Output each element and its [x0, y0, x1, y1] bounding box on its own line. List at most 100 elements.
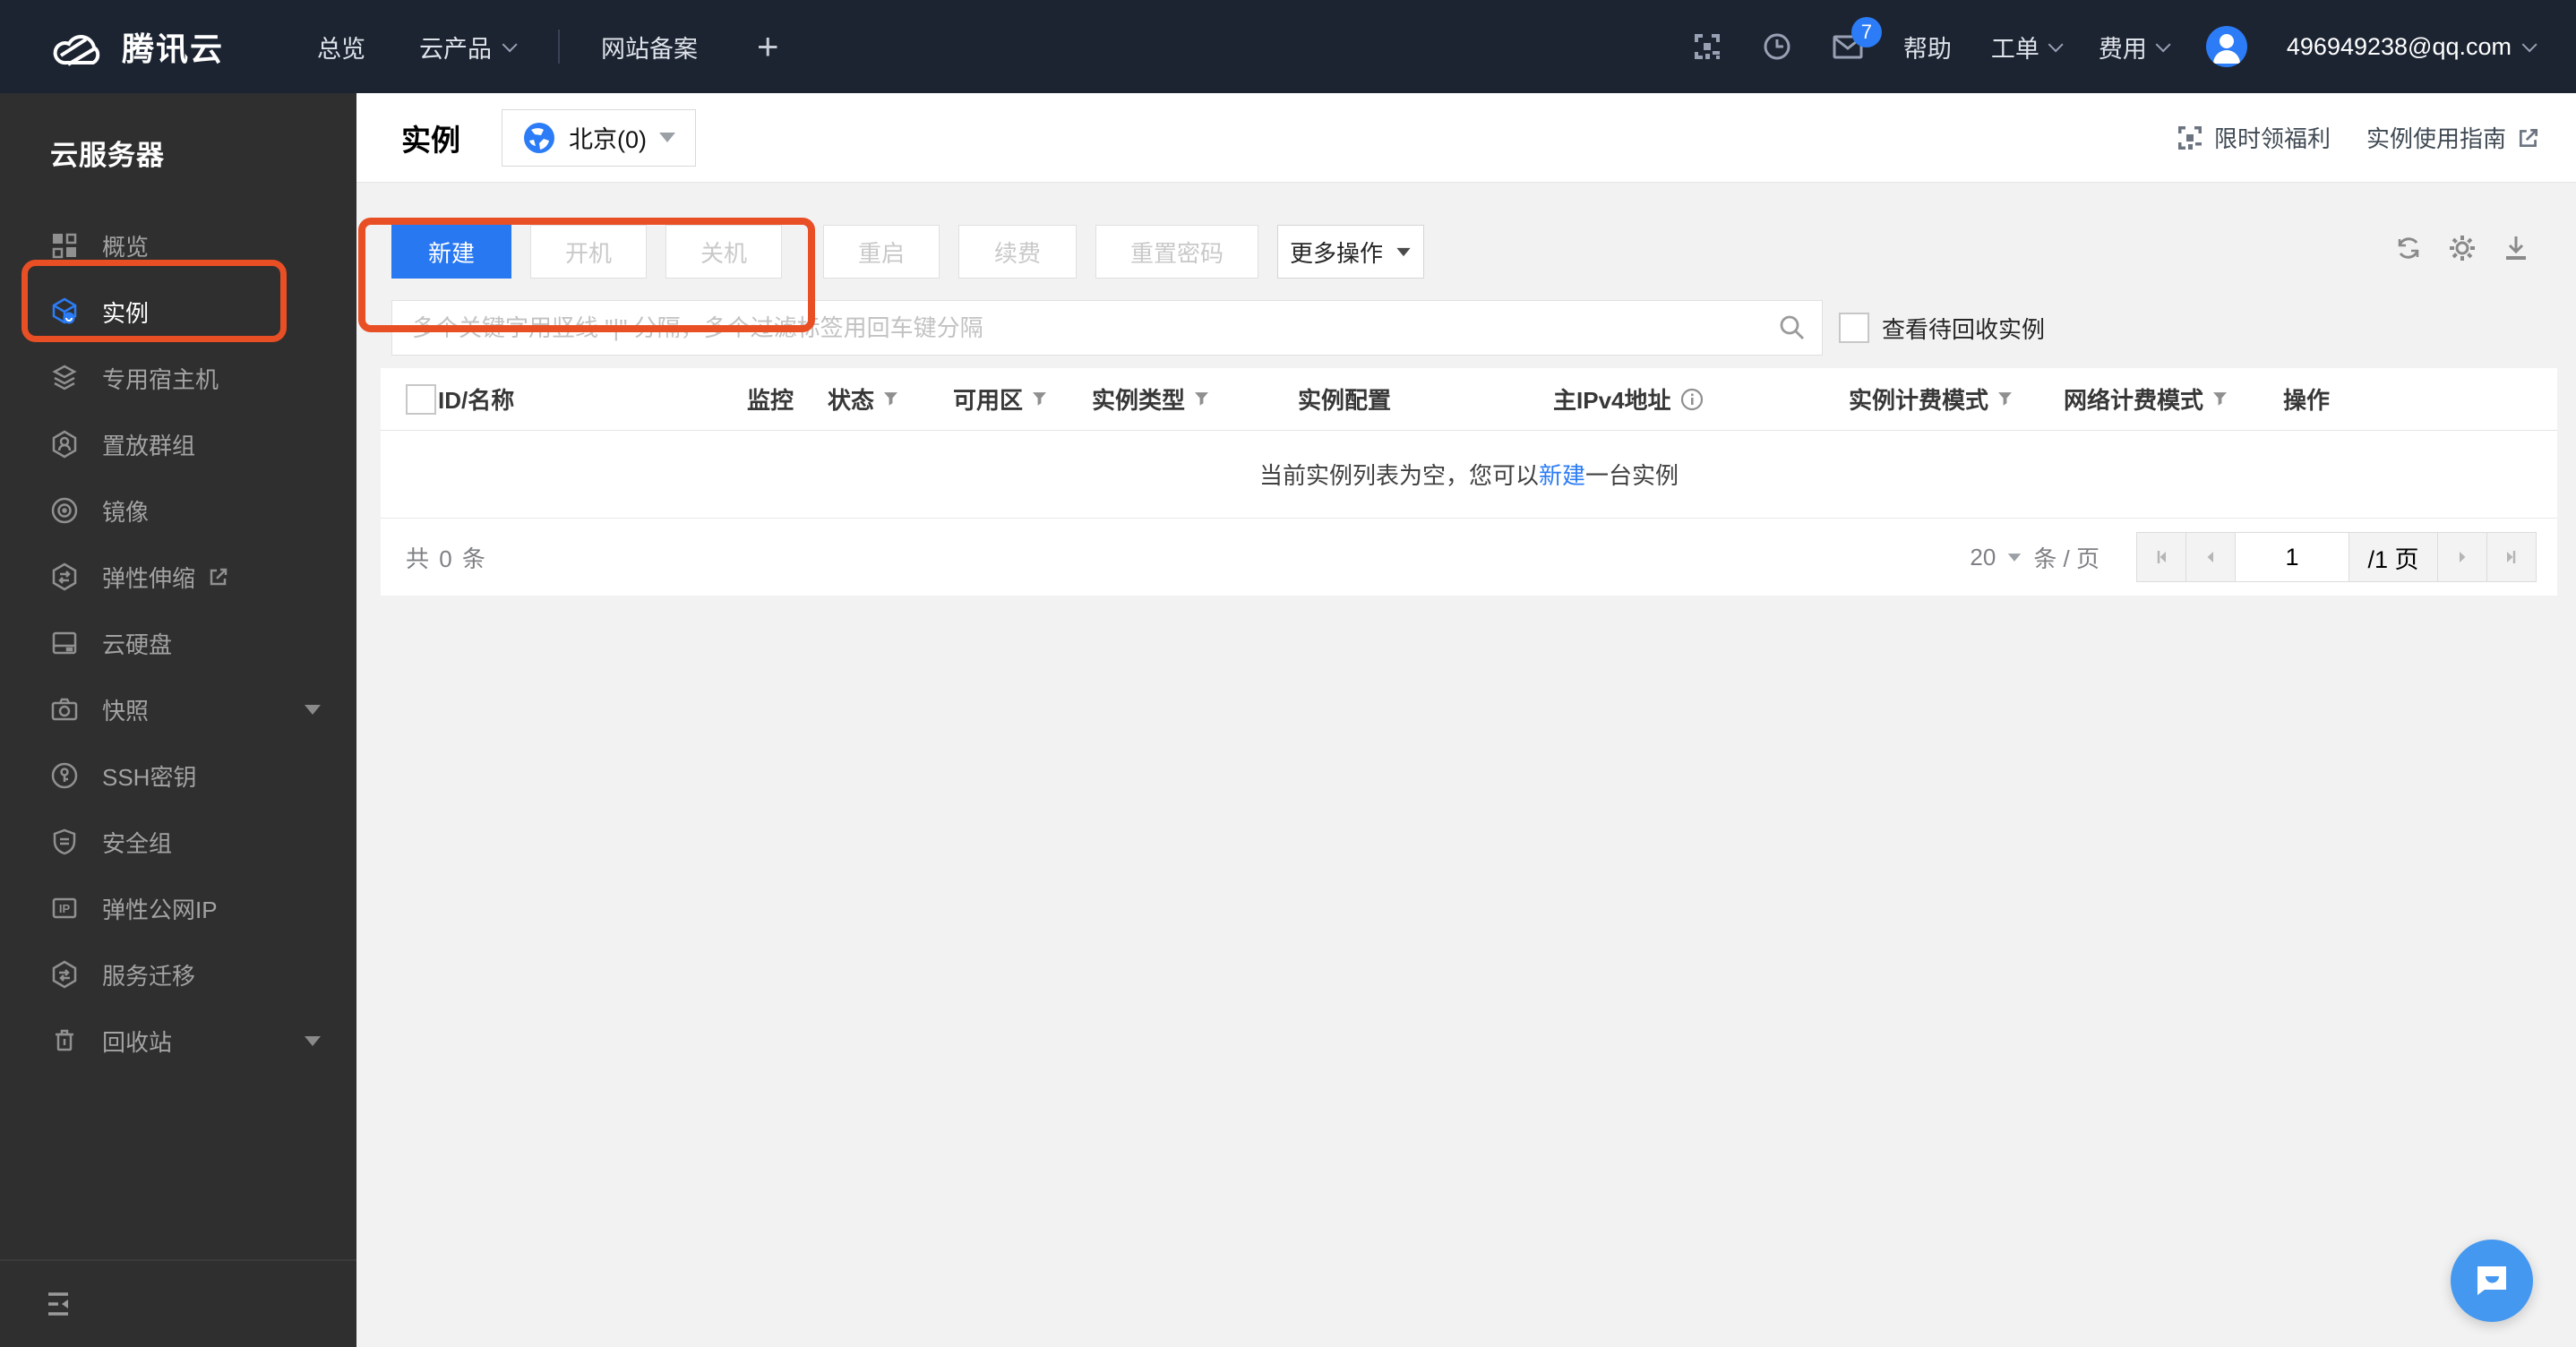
page-number-field[interactable] — [2236, 533, 2348, 581]
page-header: 实例 北京(0) 限时领福利 实例使用指南 — [356, 93, 2576, 183]
current-page-input[interactable] — [2235, 532, 2349, 582]
sidebar-item-service-migration[interactable]: 服务迁移 — [0, 941, 356, 1008]
sidebar-item-ssh-keys[interactable]: SSH密钥 — [0, 742, 356, 809]
view-recycled-checkbox[interactable] — [1839, 313, 1869, 343]
topbar: 腾讯云 总览 云产品 网站备案 + 7 帮助 工单 费用 496949238@q… — [0, 0, 2576, 93]
external-link-icon — [208, 566, 229, 588]
search-input[interactable] — [391, 300, 1823, 356]
overview-grid-icon — [50, 231, 79, 260]
power-on-button[interactable]: 开机 — [530, 225, 647, 279]
account-menu[interactable]: 496949238@qq.com — [2287, 33, 2537, 61]
renew-button[interactable]: 续费 — [958, 225, 1077, 279]
shutdown-button[interactable]: 关机 — [665, 225, 782, 279]
expand-chevron-icon[interactable] — [305, 704, 321, 715]
chevron-down-icon — [2155, 37, 2171, 53]
col-primary-ipv4: 主IPv4地址 — [1553, 382, 1849, 416]
console-qr-icon[interactable] — [1692, 31, 1722, 62]
svg-text:IP: IP — [59, 902, 71, 915]
empty-create-link[interactable]: 新建 — [1539, 458, 1585, 491]
refresh-icon[interactable] — [2394, 234, 2423, 262]
search-row: 查看待回收实例 — [391, 300, 2045, 356]
support-chat-button[interactable] — [2451, 1240, 2533, 1322]
target-circles-icon — [50, 496, 79, 525]
ticket-menu[interactable]: 工单 — [1991, 30, 2064, 64]
empty-state-text: 当前实例列表为空，您可以 — [1258, 462, 1539, 489]
page-size-selector[interactable]: 20 条 / 页 — [1970, 541, 2099, 574]
download-icon[interactable] — [2502, 234, 2530, 262]
create-instance-button[interactable]: 新建 — [391, 225, 511, 279]
nav-icp-filing[interactable]: 网站备案 — [601, 30, 698, 64]
col-instance-type: 实例类型 — [1092, 382, 1298, 416]
avatar[interactable] — [2205, 26, 2247, 67]
next-page-button[interactable] — [2437, 532, 2487, 582]
sidebar-item-dedicated-hosts[interactable]: 专用宿主机 — [0, 345, 356, 411]
settings-gear-icon[interactable] — [2448, 234, 2477, 262]
layers-icon — [50, 364, 79, 392]
sidebar-footer — [0, 1259, 356, 1347]
trash-icon — [50, 1026, 79, 1055]
filter-icon[interactable] — [1997, 391, 2013, 407]
filter-icon[interactable] — [2212, 391, 2228, 407]
reset-password-button[interactable]: 重置密码 — [1095, 225, 1258, 279]
total-count: 共 0 条 — [406, 545, 487, 572]
col-status: 状态 — [828, 382, 953, 416]
expand-chevron-icon[interactable] — [305, 1035, 321, 1046]
col-instance-billing: 实例计费模式 — [1849, 382, 2064, 416]
disk-icon — [50, 629, 79, 657]
tencent-cloud-logo[interactable]: 腾讯云 — [50, 23, 224, 70]
instance-guide-link[interactable]: 实例使用指南 — [2366, 121, 2540, 154]
caret-down-icon — [659, 133, 675, 142]
empty-state-row: 当前实例列表为空，您可以 新建 一台实例 — [381, 431, 2557, 519]
col-zone: 可用区 — [953, 382, 1092, 416]
help-link[interactable]: 帮助 — [1903, 30, 1952, 64]
sidebar-item-images[interactable]: 镜像 — [0, 477, 356, 544]
col-operations: 操作 — [2283, 387, 2331, 414]
logo-text: 腾讯云 — [122, 30, 225, 67]
pagination: /1 页 — [2136, 532, 2537, 582]
sidebar-item-snapshots[interactable]: 快照 — [0, 676, 356, 742]
sidebar-item-security-groups[interactable]: 安全组 — [0, 809, 356, 875]
table-header-row: ID/名称 监控 状态 可用区 实例类型 实例配置 主IPv4地址 实例计费模式… — [381, 368, 2557, 431]
nav-overview[interactable]: 总览 — [317, 30, 365, 64]
table-footer: 共 0 条 20 条 / 页 1 /1 页 — [381, 519, 2557, 596]
content: 新建 开机 关机 重启 续费 重置密码 更多操作 多个关键字用竖线 "|" 分隔… — [356, 184, 2576, 1347]
sidebar-menu: 概览 实例 专用宿主机 置放群组 镜像 弹性伸缩 云硬盘 快照 SSH密钥 安全… — [0, 212, 356, 1074]
chat-bubble-icon — [2477, 1266, 2506, 1295]
view-recycled-label: 查看待回收实例 — [1882, 315, 2046, 343]
info-icon[interactable] — [1680, 388, 1704, 411]
restart-button[interactable]: 重启 — [823, 225, 940, 279]
benefits-link[interactable]: 限时领福利 — [2177, 121, 2331, 154]
add-nav-shortcut-button[interactable]: + — [757, 25, 779, 68]
col-network-billing: 网络计费模式 — [2064, 382, 2283, 416]
cloud-logo-icon — [50, 25, 106, 68]
select-all-checkbox[interactable] — [406, 383, 436, 415]
nav-cloud-products[interactable]: 云产品 — [419, 30, 518, 64]
col-instance-config: 实例配置 — [1298, 387, 1392, 414]
hexagon-group-icon — [50, 430, 79, 459]
sidebar-title: 云服务器 — [50, 140, 165, 171]
search-icon[interactable] — [1778, 313, 1807, 342]
history-clock-icon[interactable] — [1762, 31, 1792, 62]
filter-icon[interactable] — [883, 391, 898, 407]
messages-mail-icon[interactable]: 7 — [1832, 17, 1882, 62]
sidebar-item-instances[interactable]: 实例 — [0, 279, 356, 345]
sidebar-item-cloud-disks[interactable]: 云硬盘 — [0, 610, 356, 676]
region-selector[interactable]: 北京(0) — [502, 108, 696, 167]
last-page-button[interactable] — [2486, 532, 2537, 582]
caret-down-icon — [2008, 553, 2022, 562]
collapse-sidebar-icon[interactable] — [47, 1291, 77, 1317]
ip-box-icon: IP — [50, 894, 79, 922]
sidebar-item-recycle-bin[interactable]: 回收站 — [0, 1008, 356, 1074]
first-page-button[interactable] — [2136, 532, 2186, 582]
sidebar-item-auto-scaling[interactable]: 弹性伸缩 — [0, 544, 356, 610]
billing-menu[interactable]: 费用 — [2099, 30, 2171, 64]
sidebar-item-overview[interactable]: 概览 — [0, 212, 356, 279]
more-actions-button[interactable]: 更多操作 — [1277, 225, 1424, 279]
sidebar-item-elastic-ip[interactable]: IP 弹性公网IP — [0, 875, 356, 941]
prev-page-button[interactable] — [2185, 532, 2236, 582]
chevron-down-icon — [2048, 37, 2064, 53]
filter-icon[interactable] — [1194, 391, 1209, 407]
sidebar-item-placement-groups[interactable]: 置放群组 — [0, 411, 356, 477]
camera-icon — [50, 695, 79, 724]
filter-icon[interactable] — [1032, 391, 1047, 407]
